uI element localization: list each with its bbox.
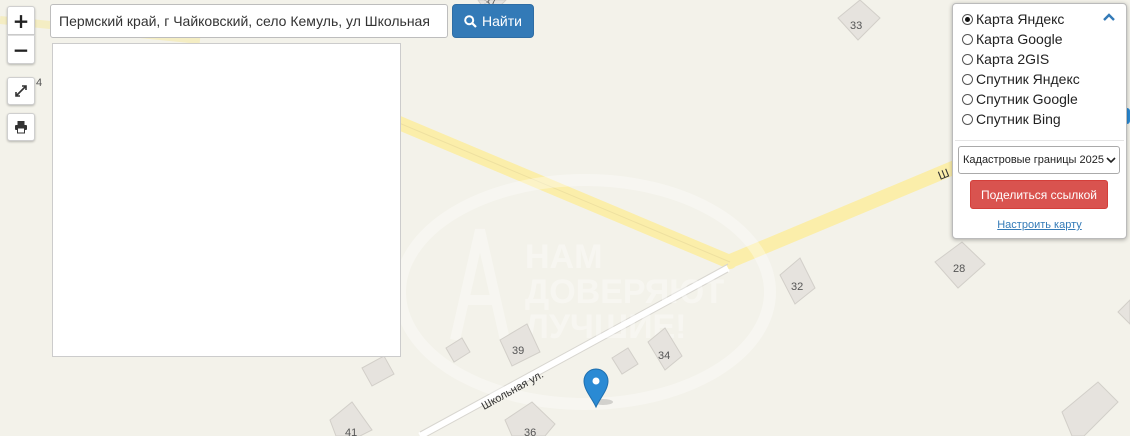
radio-selected-icon[interactable] [962, 13, 973, 25]
layer-option-google-map[interactable]: Карта Google [962, 29, 1063, 49]
layer-option-label: Спутник Google [976, 91, 1078, 107]
radio-icon[interactable] [962, 93, 973, 105]
search-suggestions-panel [52, 43, 401, 357]
radio-icon[interactable] [962, 113, 973, 125]
layer-option-label: Спутник Яндекс [976, 71, 1080, 87]
address-search-input[interactable] [50, 4, 448, 38]
layer-option-yandex-map[interactable]: Карта Яндекс [962, 9, 1064, 29]
layer-option-2gis-map[interactable]: Карта 2GIS [962, 49, 1049, 69]
layer-option-label: Карта 2GIS [976, 51, 1050, 67]
search-icon [464, 14, 477, 28]
radio-icon[interactable] [962, 73, 973, 85]
chevron-up-icon[interactable] [1102, 12, 1116, 22]
cadastre-select-value: Кадастровые границы 2025 [963, 154, 1104, 166]
expand-icon [15, 85, 27, 97]
house-number-33: 33 [850, 20, 862, 32]
cadastre-layer-select[interactable]: Кадастровые границы 2025 [958, 146, 1120, 174]
printer-icon [15, 121, 27, 134]
house-number-28: 28 [953, 263, 965, 275]
chevron-down-icon [1106, 157, 1116, 164]
layer-option-label: Карта Google [976, 31, 1063, 47]
layer-option-bing-satellite[interactable]: Спутник Bing [962, 109, 1061, 129]
house-number-36: 36 [524, 427, 536, 436]
share-link-button[interactable]: Поделиться ссылкой [970, 180, 1108, 209]
layer-option-label: Карта Яндекс [976, 11, 1065, 27]
map-layer-panel: Карта Яндекс Карта Google Карта 2GIS Спу… [952, 3, 1127, 239]
zoom-in-button[interactable]: + [7, 6, 35, 35]
watermark-line-2: ДОВЕРЯЮТ [525, 273, 724, 311]
house-number-34: 34 [658, 350, 670, 362]
radio-icon[interactable] [962, 53, 973, 65]
layer-option-yandex-satellite[interactable]: Спутник Яндекс [962, 69, 1080, 89]
house-number-edge: 4 [36, 77, 42, 89]
panel-divider [955, 140, 1124, 141]
layer-option-google-satellite[interactable]: Спутник Google [962, 89, 1078, 109]
layer-option-label: Спутник Bing [976, 111, 1061, 127]
search-button[interactable]: Найти [452, 4, 534, 38]
radio-icon[interactable] [962, 33, 973, 45]
zoom-out-button[interactable]: − [7, 35, 35, 64]
print-button[interactable] [7, 113, 35, 141]
house-number-32: 32 [791, 281, 803, 293]
house-number-41: 41 [345, 427, 357, 436]
configure-map-link[interactable]: Настроить карту [953, 219, 1126, 231]
house-number-39: 39 [512, 345, 524, 357]
search-button-label: Найти [482, 13, 522, 29]
watermark-line-1: НАМ [525, 238, 602, 276]
fullscreen-button[interactable] [7, 77, 35, 105]
